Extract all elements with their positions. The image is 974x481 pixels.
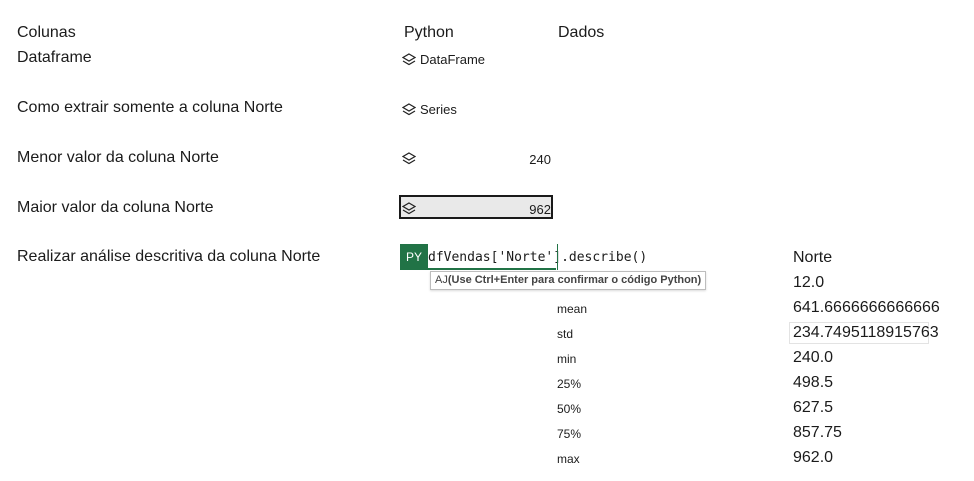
python-code-editor[interactable]: dfVendas['Norte'].describe()	[428, 244, 647, 270]
python-object-type: DataFrame	[420, 52, 486, 67]
code-prefix: dfVendas[	[428, 250, 499, 265]
python-badge: PY	[400, 244, 428, 270]
row-label-dataframe[interactable]: Dataframe	[17, 49, 92, 67]
tooltip-hint: (Use Ctrl+Enter para confirmar o código …	[447, 274, 702, 286]
value-min: 240	[529, 152, 551, 167]
stat-label-std: std	[557, 327, 574, 341]
python-cell-max[interactable]	[401, 202, 417, 216]
python-cell-dataframe[interactable]: DataFrame	[401, 52, 486, 67]
stat-50-value: 627.5	[793, 399, 834, 416]
stat-max-value: 962.0	[793, 449, 834, 466]
stack-layers-icon	[401, 202, 417, 216]
stat-label-min: min	[557, 352, 577, 366]
stack-layers-icon	[401, 52, 417, 67]
editor-underline	[428, 268, 556, 270]
row-label-analise-descritiva[interactable]: Realizar análise descritiva da coluna No…	[17, 248, 320, 266]
stat-label-50: 50%	[557, 402, 582, 416]
stat-label-25: 25%	[557, 377, 582, 391]
python-cell-min[interactable]	[401, 152, 417, 166]
stat-75-value: 857.75	[793, 424, 842, 441]
row-label-extract-norte[interactable]: Como extrair somente a coluna Norte	[17, 99, 283, 117]
code-string: 'Norte'	[498, 250, 554, 265]
stack-layers-icon	[401, 152, 417, 166]
python-cell-series[interactable]: Series	[401, 102, 457, 117]
stat-min-value: 240.0	[793, 349, 834, 366]
python-object-type: Series	[420, 102, 457, 117]
value-max: 962	[529, 202, 551, 217]
stat-label-mean: mean	[557, 302, 588, 316]
stat-count-value: 12.0	[793, 274, 825, 291]
describe-header: Norte	[793, 249, 833, 266]
tooltip-cell-ref: AJ	[435, 274, 448, 286]
header-colunas: Colunas	[17, 24, 76, 41]
header-dados: Dados	[558, 24, 605, 41]
row-label-maior-valor[interactable]: Maior valor da coluna Norte	[17, 199, 214, 217]
stat-label-75: 75%	[557, 427, 582, 441]
editor-cell-border	[557, 244, 558, 270]
row-label-menor-valor[interactable]: Menor valor da coluna Norte	[17, 149, 219, 167]
code-suffix: ].describe()	[553, 250, 648, 265]
header-python: Python	[404, 24, 454, 41]
stat-mean-value: 641.6666666666666	[793, 299, 940, 316]
stat-25-value: 498.5	[793, 374, 834, 391]
stat-label-max: max	[557, 452, 580, 466]
confirm-tooltip: AJ(Use Ctrl+Enter para confirmar o códig…	[430, 271, 707, 290]
stack-layers-icon	[401, 102, 417, 117]
stat-std-value: 234.7495118915763	[793, 324, 939, 341]
